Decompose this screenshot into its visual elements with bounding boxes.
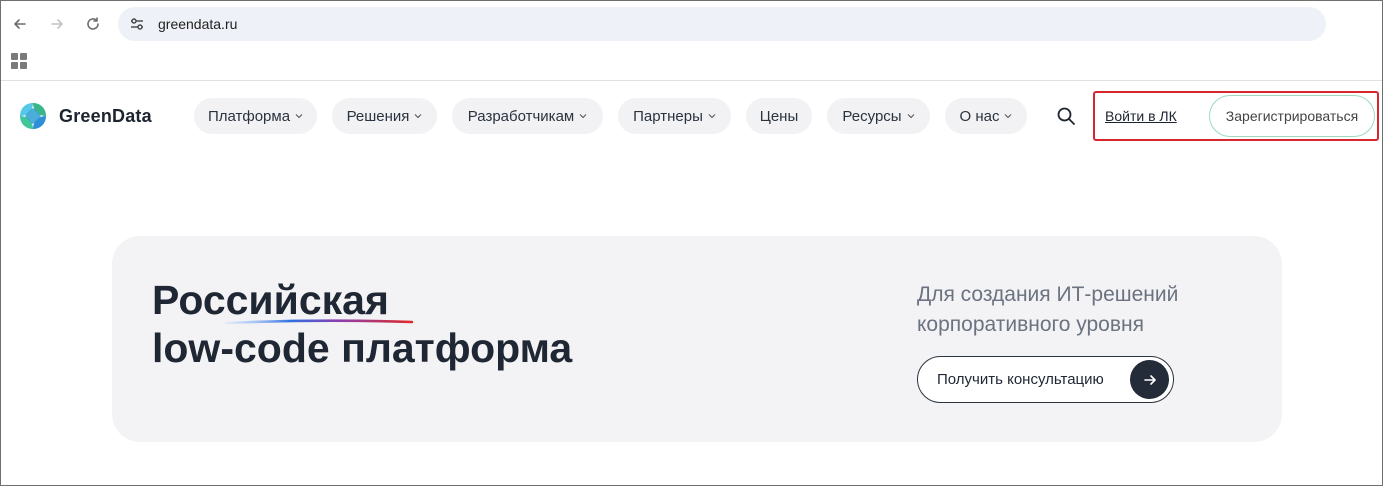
- site-settings-icon[interactable]: [120, 7, 154, 41]
- menu-item-label: Решения: [346, 107, 410, 125]
- menu-item-label: Платформа: [207, 107, 291, 125]
- arrow-right-icon[interactable]: [1130, 360, 1169, 399]
- hero-subtitle-line-2: корпоративного уровня: [917, 313, 1144, 336]
- menu-item-label: Ресурсы: [842, 107, 902, 125]
- chevron-down-icon: [295, 113, 303, 119]
- menu-item-partners[interactable]: Партнеры: [618, 98, 731, 134]
- menu-item-label: Партнеры: [633, 107, 703, 125]
- register-button[interactable]: Зарегистрироваться: [1209, 95, 1375, 137]
- consultation-button-label: Получить консультацию: [937, 371, 1104, 388]
- consultation-button[interactable]: Получить консультацию: [917, 356, 1174, 403]
- hero-subtitle-line-1: Для создания ИТ-решений: [917, 283, 1179, 306]
- menu-item-prices[interactable]: Цены: [746, 98, 812, 134]
- hero-title-line-1: Российская: [152, 277, 389, 323]
- search-icon[interactable]: [1054, 104, 1078, 128]
- greendata-logo[interactable]: [16, 99, 50, 133]
- menu-item-label: Цены: [759, 107, 799, 125]
- menu-item-label: Разработчикам: [467, 107, 575, 125]
- chevron-down-icon: [1004, 113, 1012, 119]
- menu-item-developers[interactable]: Разработчикам: [452, 98, 603, 134]
- chevron-down-icon: [579, 113, 587, 119]
- back-arrow-icon[interactable]: [10, 14, 30, 34]
- brand-name[interactable]: GreenData: [59, 106, 152, 127]
- chevron-down-icon: [907, 113, 915, 119]
- apps-grid-icon[interactable]: [11, 53, 27, 69]
- hero-title-line-2: low-code платформа: [152, 325, 573, 371]
- hero-subtitle: Для создания ИТ-решений корпоративного у…: [917, 280, 1178, 340]
- chevron-down-icon: [414, 113, 422, 119]
- login-link[interactable]: Войти в ЛК: [1105, 108, 1177, 124]
- forward-arrow-icon[interactable]: [47, 14, 67, 34]
- chevron-down-icon: [708, 113, 716, 119]
- reload-icon[interactable]: [83, 14, 103, 34]
- menu-item-platform[interactable]: Платформа: [194, 98, 317, 134]
- menu-item-solutions[interactable]: Решения: [332, 98, 437, 134]
- chrome-divider: [1, 80, 1382, 81]
- menu-item-label: О нас: [959, 107, 1000, 125]
- address-bar[interactable]: greendata.ru: [118, 7, 1326, 41]
- menu-item-about[interactable]: О нас: [945, 98, 1027, 134]
- url-text[interactable]: greendata.ru: [158, 16, 237, 32]
- menu-item-resources[interactable]: Ресурсы: [827, 98, 930, 134]
- title-underline-decoration: [224, 319, 414, 325]
